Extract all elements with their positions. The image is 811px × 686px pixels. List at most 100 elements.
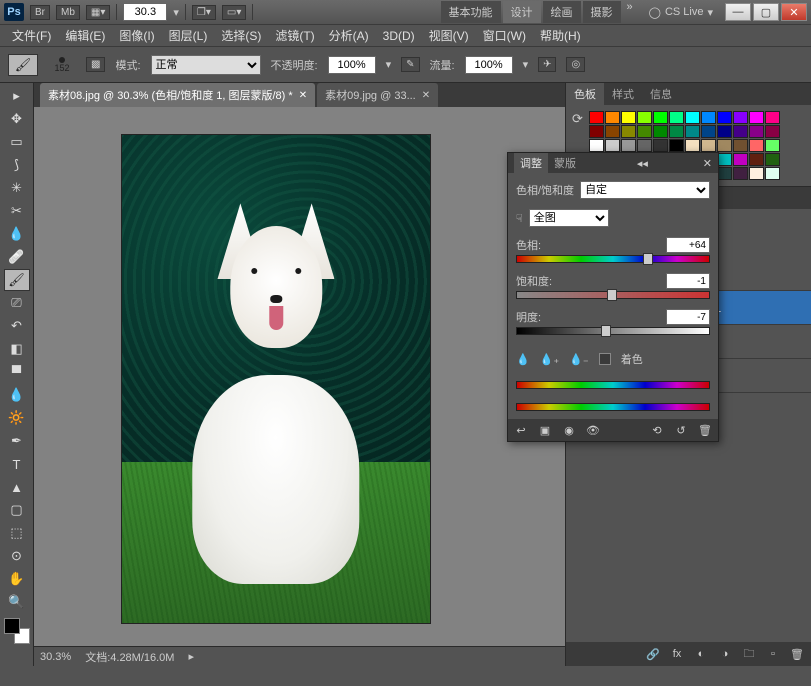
- close-icon[interactable]: ✕: [703, 157, 712, 170]
- color-swatches[interactable]: [4, 618, 30, 644]
- healing-tool[interactable]: 🩹: [4, 246, 30, 268]
- menu-view[interactable]: 视图(V): [423, 25, 475, 46]
- menu-help[interactable]: 帮助(H): [534, 25, 587, 46]
- swatch[interactable]: [733, 153, 748, 166]
- canvas[interactable]: [122, 135, 430, 623]
- swatch[interactable]: [605, 111, 620, 124]
- document-tab[interactable]: 素材08.jpg @ 30.3% (色相/饱和度 1, 图层蒙版/8) * ✕: [40, 83, 315, 107]
- eyedropper-icon[interactable]: 💧: [516, 353, 530, 366]
- menu-3d[interactable]: 3D(D): [377, 27, 421, 45]
- close-icon[interactable]: ✕: [299, 90, 307, 101]
- zoom-tool[interactable]: 🔍: [4, 591, 30, 613]
- brush-preset-picker[interactable]: 152: [48, 51, 76, 79]
- adjustment-icon[interactable]: ◑: [717, 646, 733, 662]
- colorize-checkbox[interactable]: [599, 353, 611, 365]
- chevron-right-icon[interactable]: ▸: [188, 650, 194, 663]
- view-extras-button[interactable]: ▦▾: [86, 5, 110, 20]
- type-tool[interactable]: T: [4, 453, 30, 475]
- swatch[interactable]: [685, 125, 700, 138]
- swatch[interactable]: [637, 111, 652, 124]
- preset-select[interactable]: 自定: [580, 181, 710, 199]
- dropdown-icon[interactable]: ▾: [173, 6, 179, 19]
- cslive-button[interactable]: ◯ CS Live ▾: [643, 6, 719, 19]
- menu-layer[interactable]: 图层(L): [163, 25, 214, 46]
- swatch[interactable]: [749, 167, 764, 180]
- gradient-tool[interactable]: ▀: [4, 361, 30, 383]
- saturation-slider[interactable]: [516, 291, 710, 299]
- menu-filter[interactable]: 滤镜(T): [269, 25, 320, 46]
- swatch[interactable]: [733, 111, 748, 124]
- adjustments-panel[interactable]: 调整 蒙版 ◂◂ ✕ 色相/饱和度 自定 ☟ 全图 色相: 饱和度: 明度: 💧…: [507, 152, 719, 442]
- menu-select[interactable]: 选择(S): [215, 25, 267, 46]
- slider-thumb[interactable]: [643, 253, 653, 265]
- swatch[interactable]: [637, 139, 652, 152]
- swatch[interactable]: [669, 111, 684, 124]
- workspace-tab-essentials[interactable]: 基本功能: [441, 1, 501, 23]
- swatch[interactable]: [749, 139, 764, 152]
- dropdown-icon[interactable]: ▾: [386, 58, 392, 71]
- opacity-input[interactable]: [328, 56, 376, 74]
- hue-slider[interactable]: [516, 255, 710, 263]
- lightness-slider[interactable]: [516, 327, 710, 335]
- swatch[interactable]: [701, 125, 716, 138]
- pen-tool[interactable]: ✒: [4, 430, 30, 452]
- brush-tool[interactable]: 🖌: [4, 269, 30, 291]
- collapse-icon[interactable]: ▸: [4, 85, 30, 107]
- tab-adjustments[interactable]: 调整: [514, 153, 548, 173]
- flow-input[interactable]: [465, 56, 513, 74]
- dropdown-icon[interactable]: ▾: [523, 58, 529, 71]
- marquee-tool[interactable]: ▭: [4, 131, 30, 153]
- slider-thumb[interactable]: [607, 289, 617, 301]
- swatch[interactable]: [685, 139, 700, 152]
- swatch[interactable]: [701, 111, 716, 124]
- clip-icon[interactable]: ◉: [562, 423, 576, 437]
- swatch[interactable]: [749, 111, 764, 124]
- prev-state-icon[interactable]: ⟲: [650, 423, 664, 437]
- channel-select[interactable]: 全图: [529, 209, 609, 227]
- swatch[interactable]: [605, 139, 620, 152]
- menu-image[interactable]: 图像(I): [113, 25, 160, 46]
- folder-icon[interactable]: 🗀: [741, 646, 757, 662]
- stamp-tool[interactable]: ⎚: [4, 292, 30, 314]
- trash-icon[interactable]: 🗑: [698, 423, 712, 437]
- more-icon[interactable]: »: [623, 1, 637, 23]
- tab-swatches[interactable]: 色板: [566, 83, 604, 105]
- lasso-tool[interactable]: ⟆: [4, 154, 30, 176]
- swatch[interactable]: [765, 111, 780, 124]
- close-button[interactable]: ✕: [781, 3, 807, 21]
- minibridge-button[interactable]: Mb: [56, 5, 80, 20]
- dodge-tool[interactable]: 🔆: [4, 407, 30, 429]
- menu-file[interactable]: 文件(F): [6, 25, 57, 46]
- eyedropper-add-icon[interactable]: 💧₊: [540, 353, 560, 366]
- expand-icon[interactable]: ▣: [538, 423, 552, 437]
- current-tool-icon[interactable]: 🖌: [8, 54, 38, 76]
- swatch[interactable]: [589, 139, 604, 152]
- eyedropper-subtract-icon[interactable]: 💧₋: [569, 353, 589, 366]
- swatch[interactable]: [653, 125, 668, 138]
- swatch[interactable]: [749, 153, 764, 166]
- swatch[interactable]: [749, 125, 764, 138]
- path-select-tool[interactable]: ▲: [4, 476, 30, 498]
- menu-window[interactable]: 窗口(W): [477, 25, 532, 46]
- swatch[interactable]: [621, 125, 636, 138]
- swatch[interactable]: [685, 111, 700, 124]
- close-icon[interactable]: ✕: [422, 90, 430, 101]
- app-zoom-input[interactable]: [123, 3, 167, 21]
- eraser-tool[interactable]: ◧: [4, 338, 30, 360]
- adjustments-panel-header[interactable]: 调整 蒙版 ◂◂ ✕: [508, 153, 718, 173]
- arrange-button[interactable]: ❐▾: [192, 5, 216, 20]
- swatch[interactable]: [717, 111, 732, 124]
- swatch[interactable]: [605, 125, 620, 138]
- swatch[interactable]: [653, 139, 668, 152]
- 3d-tool[interactable]: ⬚: [4, 522, 30, 544]
- zoom-readout[interactable]: 30.3%: [40, 651, 71, 663]
- tablet-size-button[interactable]: ◎: [566, 57, 585, 72]
- saturation-input[interactable]: [666, 273, 710, 289]
- screen-mode-button[interactable]: ▭▾: [222, 5, 246, 20]
- tablet-opacity-button[interactable]: ✎: [401, 57, 419, 72]
- fx-icon[interactable]: fx: [669, 646, 685, 662]
- history-brush-tool[interactable]: ↶: [4, 315, 30, 337]
- workspace-tab-design[interactable]: 设计: [503, 1, 541, 23]
- mask-icon[interactable]: ◐: [693, 646, 709, 662]
- swatch[interactable]: [637, 125, 652, 138]
